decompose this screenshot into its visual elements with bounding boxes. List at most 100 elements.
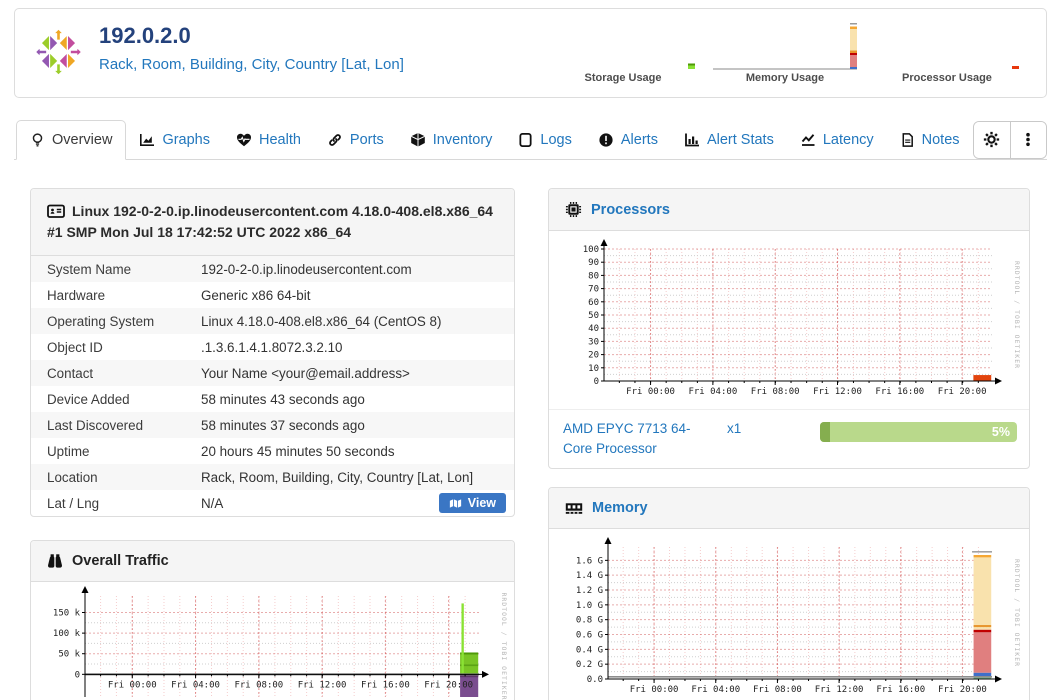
- memory-header[interactable]: Memory: [549, 488, 1029, 530]
- tab-latency[interactable]: Latency: [787, 120, 887, 159]
- kebab-menu-icon: [1026, 132, 1031, 147]
- storage-usage-sparkline: [688, 63, 695, 69]
- right-column: Processors 0 10 20 30 40 50 60 70 80 90 100 Fri 00:…: [548, 188, 1030, 700]
- svg-text:Fri 20:00: Fri 20:00: [424, 680, 473, 690]
- area-chart-icon: [140, 133, 155, 146]
- device-tab-bar: Overview Graphs Health Ports Inventory L…: [14, 120, 1047, 160]
- gear-icon: [983, 131, 1000, 148]
- cpu-usage-fill: [820, 422, 830, 442]
- note-icon: [902, 132, 913, 147]
- svg-text:0.4 G: 0.4 G: [576, 645, 603, 655]
- processor-usage-graph[interactable]: 0 10 20 30 40 50 60 70 80 90 100 Fri 00:00 Fri 04:00…: [558, 235, 1020, 405]
- table-row: Last Discovered 58 minutes 37 seconds ago: [31, 412, 514, 438]
- overall-traffic-header: Overall Traffic: [31, 541, 514, 582]
- svg-text:RRDTOOL / TOBI OETIKER: RRDTOOL / TOBI OETIKER: [1013, 559, 1020, 667]
- svg-text:1.2 G: 1.2 G: [576, 586, 603, 596]
- tab-health[interactable]: Health: [223, 120, 314, 159]
- svg-text:20: 20: [588, 351, 599, 361]
- svg-text:0.2 G: 0.2 G: [576, 660, 603, 670]
- cube-icon: [410, 132, 425, 147]
- link-icon: [329, 133, 341, 146]
- tab-label: Inventory: [432, 131, 493, 148]
- address-card-icon: [47, 204, 65, 218]
- tab-label: Alerts: [620, 131, 658, 148]
- svg-text:Fri 16:00: Fri 16:00: [360, 680, 409, 690]
- file-icon: [519, 132, 532, 147]
- svg-text:0.6 G: 0.6 G: [576, 631, 603, 641]
- system-kernel-title: Linux 192-0-2-0.ip.linodeusercontent.com…: [47, 203, 493, 240]
- table-row: Operating System Linux 4.18.0-408.el8.x86…: [31, 308, 514, 334]
- tab-label: Ports: [349, 131, 384, 148]
- svg-text:100 k: 100 k: [52, 629, 80, 639]
- svg-text:90: 90: [588, 258, 599, 268]
- table-row: Object ID .1.3.6.1.4.1.8072.3.2.10: [47, 339, 343, 355]
- svg-text:30: 30: [588, 337, 599, 347]
- svg-text:40: 40: [588, 324, 599, 334]
- settings-button[interactable]: [973, 121, 1010, 158]
- svg-text:1.0 G: 1.0 G: [576, 601, 603, 611]
- overall-traffic-title: Overall Traffic: [72, 553, 169, 569]
- tab-notes[interactable]: Notes: [887, 120, 973, 159]
- processors-card: Processors 0 10 20 30 40 50 60 70 80 90 100 Fri 00:…: [548, 188, 1030, 470]
- processors-header[interactable]: Processors: [549, 189, 1029, 231]
- cpu-usage-percent: 5%: [991, 425, 1010, 439]
- svg-text:Fri 08:00: Fri 08:00: [751, 387, 800, 397]
- tab-alerts[interactable]: Alerts: [585, 120, 671, 159]
- header-mini-graphs: Storage Usage Memory Usage Processor Usa…: [548, 21, 1022, 84]
- device-title: 192.0.2.0: [99, 23, 191, 48]
- table-row: Device Added 58 minutes 43 seconds ago: [47, 391, 365, 407]
- svg-text:Fri 04:00: Fri 04:00: [688, 387, 737, 397]
- svg-text:Fri 20:00: Fri 20:00: [938, 685, 987, 695]
- memory-usage-graph[interactable]: 0.0 0.2 G 0.4 G 0.6 G 0.8 G 1.0 G 1.2 G 1.4 G 1.…: [558, 533, 1020, 700]
- svg-text:Fri 12:00: Fri 12:00: [297, 680, 346, 690]
- overall-traffic-graph[interactable]: 0 50 k 100 k 150 k Fri 00:00 Fri 04:00 Fri 08:…: [39, 586, 507, 700]
- table-row-latlng: Lat / Lng N/A View: [31, 490, 514, 516]
- cpu-name-link[interactable]: AMD EPYC 7713 64-Core Processor: [563, 419, 713, 458]
- device-location-link[interactable]: Rack, Room, Building, City, Country [Lat…: [99, 56, 404, 73]
- memory-card: Memory 0.0 0.2 G 0.4 G 0.6 G 0.8 G 1.0 G 1.2 G…: [548, 487, 1030, 700]
- storage-usage-minigraph[interactable]: Storage Usage: [548, 21, 698, 84]
- table-row: Contact Your Name <your@email.address>: [31, 360, 514, 386]
- line-chart-icon: [801, 133, 815, 146]
- svg-text:Fri 12:00: Fri 12:00: [813, 387, 862, 397]
- memory-usage-minigraph[interactable]: Memory Usage: [710, 21, 860, 84]
- svg-text:0: 0: [594, 377, 599, 387]
- view-map-button[interactable]: View: [438, 493, 506, 513]
- overall-traffic-card: Overall Traffic 0 50 k 100 k 150 k Fri 00:00…: [30, 540, 515, 700]
- system-info-header: Linux 192-0-2-0.ip.linodeusercontent.com…: [31, 189, 514, 256]
- tab-label: Overview: [52, 132, 113, 148]
- tab-alert-stats[interactable]: Alert Stats: [671, 120, 787, 159]
- tab-graphs[interactable]: Graphs: [126, 120, 223, 159]
- processor-usage-minigraph[interactable]: Processor Usage: [872, 21, 1022, 84]
- svg-text:RRDTOOL / TOBI OETIKER: RRDTOOL / TOBI OETIKER: [500, 592, 507, 700]
- svg-text:70: 70: [588, 285, 599, 295]
- svg-text:Fri 20:00: Fri 20:00: [938, 387, 987, 397]
- svg-text:1.4 G: 1.4 G: [576, 571, 603, 581]
- device-overview-page: 192.0.2.0 Rack, Room, Building, City, Co…: [0, 0, 1061, 700]
- table-row: Hardware Generic x86 64-bit: [47, 287, 311, 303]
- more-menu-button[interactable]: [1009, 121, 1046, 158]
- tab-inventory[interactable]: Inventory: [397, 120, 506, 159]
- svg-text:RRDTOOL / TOBI OETIKER: RRDTOOL / TOBI OETIKER: [1013, 261, 1020, 369]
- svg-text:0: 0: [74, 670, 79, 680]
- svg-text:50: 50: [588, 311, 599, 321]
- tab-ports[interactable]: Ports: [314, 120, 397, 159]
- table-row: Uptime 20 hours 45 minutes 50 seconds: [47, 443, 395, 459]
- svg-text:Fri 08:00: Fri 08:00: [234, 680, 283, 690]
- memory-title: Memory: [592, 500, 648, 517]
- bar-chart-icon: [685, 133, 699, 146]
- svg-text:1.6 G: 1.6 G: [576, 556, 603, 566]
- tab-overview[interactable]: Overview: [16, 120, 127, 160]
- cpu-count: x1: [727, 421, 742, 436]
- cpu-usage-bar: 5%: [820, 422, 1017, 442]
- system-info-card: Linux 192-0-2-0.ip.linodeusercontent.com…: [30, 188, 515, 517]
- svg-text:0.8 G: 0.8 G: [576, 616, 603, 626]
- left-column: Linux 192-0-2-0.ip.linodeusercontent.com…: [30, 188, 515, 700]
- microchip-icon: [565, 201, 582, 218]
- svg-text:Fri 00:00: Fri 00:00: [626, 387, 675, 397]
- svg-text:Fri 16:00: Fri 16:00: [875, 387, 924, 397]
- tab-label: Alert Stats: [706, 131, 774, 148]
- tab-logs[interactable]: Logs: [505, 120, 584, 159]
- svg-text:10: 10: [588, 364, 599, 374]
- svg-text:80: 80: [588, 271, 599, 281]
